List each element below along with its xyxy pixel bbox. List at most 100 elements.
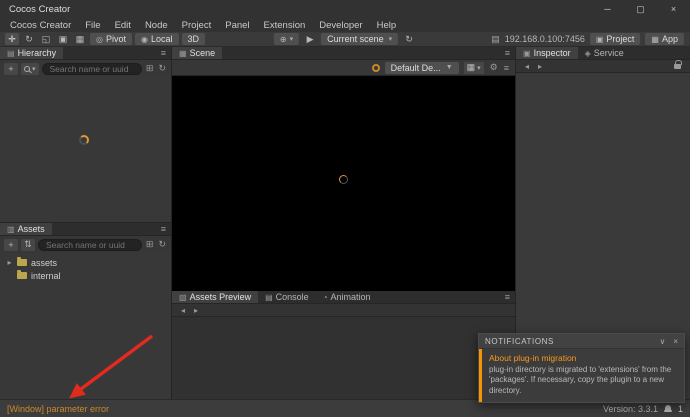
scene-viewport[interactable]: [172, 76, 515, 291]
menu-extension[interactable]: Extension: [257, 20, 313, 31]
close-button[interactable]: ×: [657, 0, 690, 18]
scale-tool-icon[interactable]: ◱: [39, 33, 53, 45]
menu-panel[interactable]: Panel: [218, 20, 256, 31]
assets-refresh-icon[interactable]: ↻: [157, 239, 167, 250]
maximize-button[interactable]: ▢: [624, 0, 657, 18]
nav-back-icon[interactable]: ◂: [525, 62, 529, 71]
hierarchy-tree-area[interactable]: [0, 77, 171, 222]
tab-animation[interactable]: ◔ Animation: [316, 291, 378, 303]
tab-console[interactable]: ▤ Console: [258, 291, 316, 303]
titlebar: Cocos Creator ─ ▢ ×: [0, 0, 690, 18]
assets-panel-menu-icon[interactable]: ≡: [161, 224, 166, 234]
scene-select-dropdown[interactable]: Current scene ▾: [321, 33, 398, 45]
nav-back-icon[interactable]: ◂: [181, 306, 185, 315]
gizmo-indicator-icon[interactable]: [372, 64, 380, 72]
hierarchy-expand-all-icon[interactable]: ⊞: [145, 63, 155, 74]
menu-cocos-creator[interactable]: Cocos Creator: [3, 20, 78, 31]
maximize-icon: ▢: [636, 4, 645, 15]
lock-icon[interactable]: [674, 64, 681, 69]
project-label: Project: [606, 34, 634, 44]
hierarchy-search-input[interactable]: [42, 63, 142, 75]
scene-origin-gizmo[interactable]: [339, 175, 348, 184]
notification-count-badge[interactable]: 1: [678, 404, 683, 414]
assets-panel: ▥ Assets ≡ + ⇅ ⊞ ↻ ▸ assets ▸ in: [0, 222, 172, 399]
local-label: Local: [151, 34, 173, 44]
assets-expand-all-icon[interactable]: ⊞: [145, 239, 155, 250]
project-icon: ▣: [596, 35, 604, 44]
hierarchy-refresh-icon[interactable]: ↻: [157, 63, 167, 74]
move-tool-icon[interactable]: ✛: [5, 33, 19, 45]
refresh-preview-button[interactable]: ↻: [402, 33, 416, 45]
console-tab-label: Console: [276, 292, 309, 302]
asset-folder-internal[interactable]: ▸ internal: [0, 269, 171, 282]
tree-item-label: assets: [31, 258, 57, 268]
nav-forward-icon[interactable]: ▸: [194, 306, 198, 315]
inspector-tab-label: Inspector: [534, 48, 571, 58]
chevron-down-icon: ▼: [446, 64, 453, 71]
close-icon: ×: [671, 4, 676, 14]
nav-forward-icon[interactable]: ▸: [538, 62, 542, 71]
version-label: Version: 3.3.1: [603, 404, 658, 414]
minimize-button[interactable]: ─: [591, 0, 624, 18]
chevron-down-icon: ▾: [389, 35, 393, 43]
rect-tool-icon[interactable]: ▣: [56, 33, 70, 45]
pivot-button[interactable]: ◎ Pivot: [90, 33, 132, 45]
assets-icon: ▥: [7, 225, 15, 234]
menu-help[interactable]: Help: [370, 20, 404, 31]
assets-add-button[interactable]: +: [4, 239, 18, 251]
open-app-button[interactable]: ▦ App: [645, 33, 684, 45]
close-icon[interactable]: ×: [673, 337, 678, 346]
scene-panel-menu-icon[interactable]: ≡: [505, 48, 510, 58]
status-error-message[interactable]: [Window] parameter error: [7, 404, 109, 414]
menu-project[interactable]: Project: [175, 20, 219, 31]
tab-hierarchy[interactable]: ▤ Hierarchy: [0, 47, 63, 59]
assets-search-input[interactable]: [38, 239, 142, 251]
local-button[interactable]: ◉ Local: [135, 33, 179, 45]
menu-edit[interactable]: Edit: [108, 20, 138, 31]
scene-view-dropdown[interactable]: Default De... ▼: [385, 62, 459, 74]
assets-tree: ▸ assets ▸ internal: [0, 253, 171, 282]
tab-scene[interactable]: ▦ Scene: [172, 47, 222, 59]
menubar: Cocos Creator File Edit Node Project Pan…: [0, 18, 690, 32]
assets-sort-button[interactable]: ⇅: [21, 239, 35, 251]
menu-file[interactable]: File: [78, 20, 107, 31]
hierarchy-add-button[interactable]: +: [4, 63, 18, 75]
minimize-icon: ─: [604, 4, 610, 14]
grid-options-button[interactable]: ▦ ▾: [464, 62, 484, 74]
bottom-panel-menu-icon[interactable]: ≡: [505, 292, 510, 302]
asset-folder-assets[interactable]: ▸ assets: [0, 256, 171, 269]
animation-icon: ◔: [323, 293, 328, 302]
open-project-button[interactable]: ▣ Project: [590, 33, 641, 45]
hierarchy-panel-menu-icon[interactable]: ≡: [161, 48, 166, 58]
menu-node[interactable]: Node: [138, 20, 175, 31]
preview-device-button[interactable]: ⊕ ▾: [274, 33, 299, 45]
collapse-icon[interactable]: ∨: [659, 337, 665, 346]
scene-tab-label: Scene: [190, 48, 216, 58]
mode-3d-button[interactable]: 3D: [182, 33, 206, 45]
assets-tabstrip: ▥ Assets ≡: [0, 223, 171, 236]
hierarchy-tab-label: Hierarchy: [18, 48, 57, 58]
assets-preview-content: [172, 317, 515, 399]
scene-toolbar-menu-icon[interactable]: ≡: [504, 63, 509, 73]
scene-select-value: Current scene: [327, 34, 384, 44]
chevron-down-icon: ▾: [32, 65, 36, 73]
notifications-popup: NOTIFICATIONS ∨ × About plug-in migratio…: [478, 333, 685, 403]
tab-assets[interactable]: ▥ Assets: [0, 223, 52, 235]
bell-icon[interactable]: [664, 405, 672, 413]
tab-assets-preview[interactable]: ▧ Assets Preview: [172, 291, 258, 303]
menu-developer[interactable]: Developer: [312, 20, 369, 31]
tab-service[interactable]: ◈ Service: [578, 47, 631, 59]
scene-panel: ▦ Scene ≡ Default De... ▼ ▦ ▾ ⚙ ≡ ▧ Asse: [172, 47, 515, 399]
assets-preview-icon: ▧: [179, 293, 187, 302]
scene-view-value: Default De...: [391, 63, 441, 73]
tree-item-label: internal: [31, 271, 61, 281]
scene-settings-gear-icon[interactable]: ⚙: [489, 62, 499, 73]
expand-arrow-icon[interactable]: ▸: [6, 258, 13, 267]
inspector-tabstrip: ▣ Inspector ◈ Service: [516, 47, 690, 60]
hierarchy-filter-button[interactable]: ▾: [21, 63, 39, 75]
tab-inspector[interactable]: ▣ Inspector: [516, 47, 578, 59]
app-label: App: [662, 34, 678, 44]
gizmo-tool-icon[interactable]: ▦: [73, 33, 87, 45]
rotate-tool-icon[interactable]: ↻: [22, 33, 36, 45]
play-button[interactable]: ▶: [303, 33, 317, 45]
